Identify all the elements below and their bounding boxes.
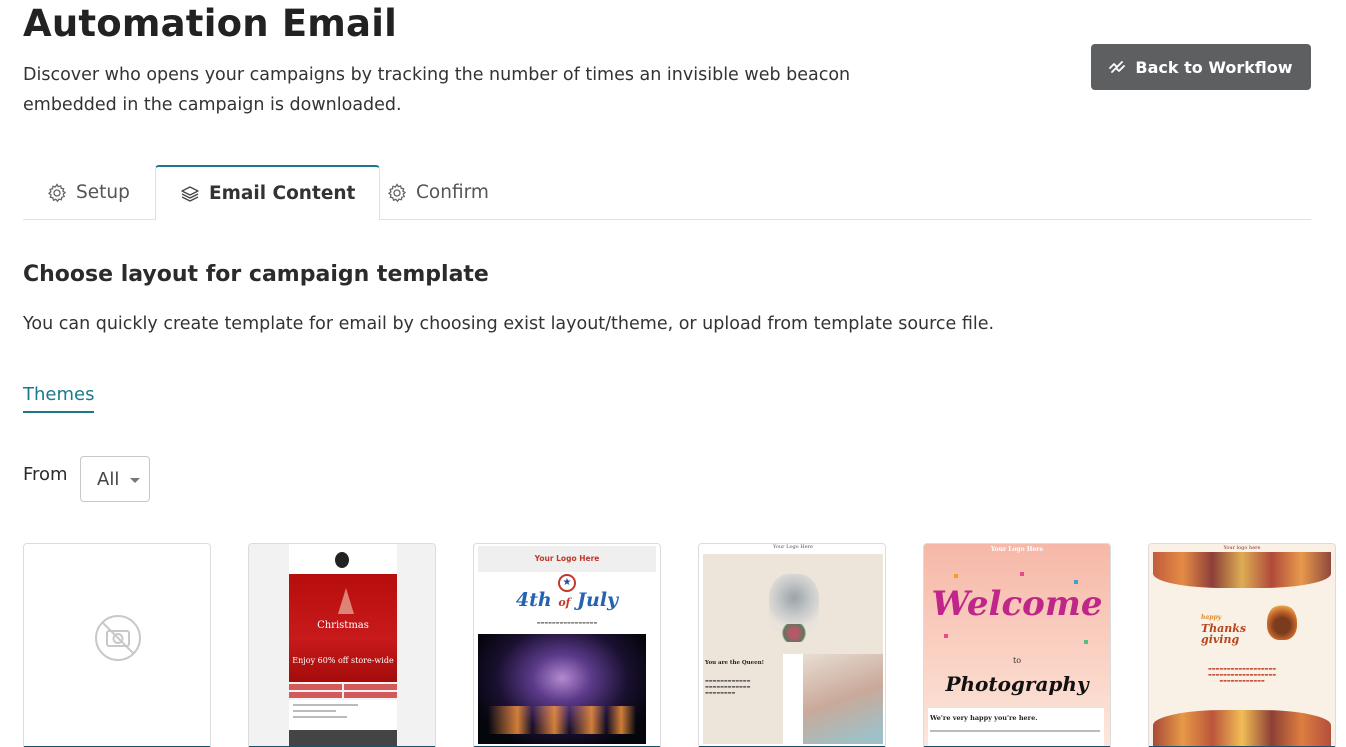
back-to-workflow-label: Back to Workflow	[1135, 57, 1293, 77]
gear-icon	[387, 182, 407, 202]
template-thumbnail: Your logo here happy Thanks giving ▬▬▬▬▬…	[1149, 544, 1335, 746]
template-logo-text: Your logo here	[1223, 545, 1261, 551]
caret-down-icon	[130, 478, 140, 483]
tab-confirm[interactable]: Confirm	[363, 165, 513, 220]
gear-icon	[47, 182, 67, 202]
template-heading: 4th of July	[515, 589, 619, 611]
page-description: Discover who opens your campaigns by tra…	[23, 65, 851, 115]
themes-tab[interactable]: Themes	[23, 384, 95, 413]
template-card-queen[interactable]: Your Logo Here You are the Queen! ▬▬▬▬▬▬…	[698, 543, 886, 747]
template-card-blank[interactable]	[23, 543, 211, 747]
template-subheading: Photography	[945, 672, 1089, 696]
workflow-icon	[1109, 61, 1126, 73]
template-logo-text: Your Logo Here	[478, 546, 656, 572]
template-card-welcome[interactable]: Your Logo Here Welcome to Photography We…	[923, 543, 1111, 747]
template-offer: Enjoy 60% off store-wide	[292, 656, 394, 665]
template-body-text: ▬▬▬▬▬▬▬▬▬▬▬▬▬▬▬▬	[536, 620, 598, 625]
from-select[interactable]: All	[80, 456, 150, 502]
page-title: Automation Email	[23, 2, 397, 45]
template-thumbnail: Christmas Enjoy 60% off store-wide	[249, 544, 435, 746]
leaves-decoration	[1153, 710, 1331, 746]
template-logo-text: Your Logo Here	[773, 544, 813, 550]
fireworks-image	[478, 634, 646, 744]
leaves-decoration	[1153, 552, 1331, 588]
layers-icon	[181, 185, 199, 202]
from-select-value: All	[97, 468, 120, 490]
template-body-text: ▬▬▬▬▬▬▬▬▬▬▬▬▬▬▬▬▬▬ ▬▬▬▬▬▬▬▬▬▬▬▬▬▬▬▬▬▬ ▬▬▬▬…	[1207, 666, 1277, 683]
tab-email-content[interactable]: Email Content	[155, 165, 381, 221]
template-card-thanksgiving[interactable]: Your logo here happy Thanks giving ▬▬▬▬▬…	[1148, 543, 1336, 747]
no-image-icon	[95, 615, 141, 661]
tab-email-content-label: Email Content	[209, 183, 356, 204]
template-to: to	[1012, 656, 1022, 665]
tab-setup-label: Setup	[76, 182, 130, 203]
tab-confirm-label: Confirm	[416, 182, 489, 203]
tab-setup[interactable]: Setup	[23, 165, 154, 220]
template-headline: You are the Queen!	[705, 660, 765, 666]
template-card-july[interactable]: Your Logo Here ★ 4th of July ▬▬▬▬▬▬▬▬▬▬▬…	[473, 543, 661, 747]
template-heading: happy Thanks giving	[1201, 614, 1247, 646]
template-heading: Christmas	[317, 620, 369, 631]
tab-bar: Setup Email Content Confirm	[23, 165, 1311, 221]
template-heading: Welcome	[931, 584, 1103, 624]
template-logo-text: Your Logo Here	[990, 546, 1044, 553]
flower-illustration	[779, 624, 809, 642]
ornament-icon	[335, 552, 349, 568]
template-thumbnail: Your Logo Here You are the Queen! ▬▬▬▬▬▬…	[699, 544, 885, 746]
turkey-illustration	[1267, 604, 1297, 640]
section-description: You can quickly create template for emai…	[23, 314, 995, 334]
back-to-workflow-button[interactable]: Back to Workflow	[1091, 44, 1311, 90]
template-card-christmas[interactable]: Christmas Enjoy 60% off store-wide	[248, 543, 436, 747]
template-body-text: ▬▬▬▬▬▬▬▬▬▬▬▬ ▬▬▬▬▬▬▬▬▬▬▬▬ ▬▬▬▬▬▬▬▬	[705, 678, 751, 695]
template-thumbnail	[24, 544, 210, 746]
from-label: From	[23, 464, 68, 485]
template-thumbnail: Your Logo Here Welcome to Photography We…	[924, 544, 1110, 746]
section-title: Choose layout for campaign template	[23, 262, 489, 287]
template-thumbnail: Your Logo Here ★ 4th of July ▬▬▬▬▬▬▬▬▬▬▬…	[474, 544, 660, 746]
template-tagline: We're very happy you're here.	[930, 714, 1038, 722]
tree-icon	[338, 588, 354, 614]
mother-daughter-photo	[803, 654, 883, 744]
